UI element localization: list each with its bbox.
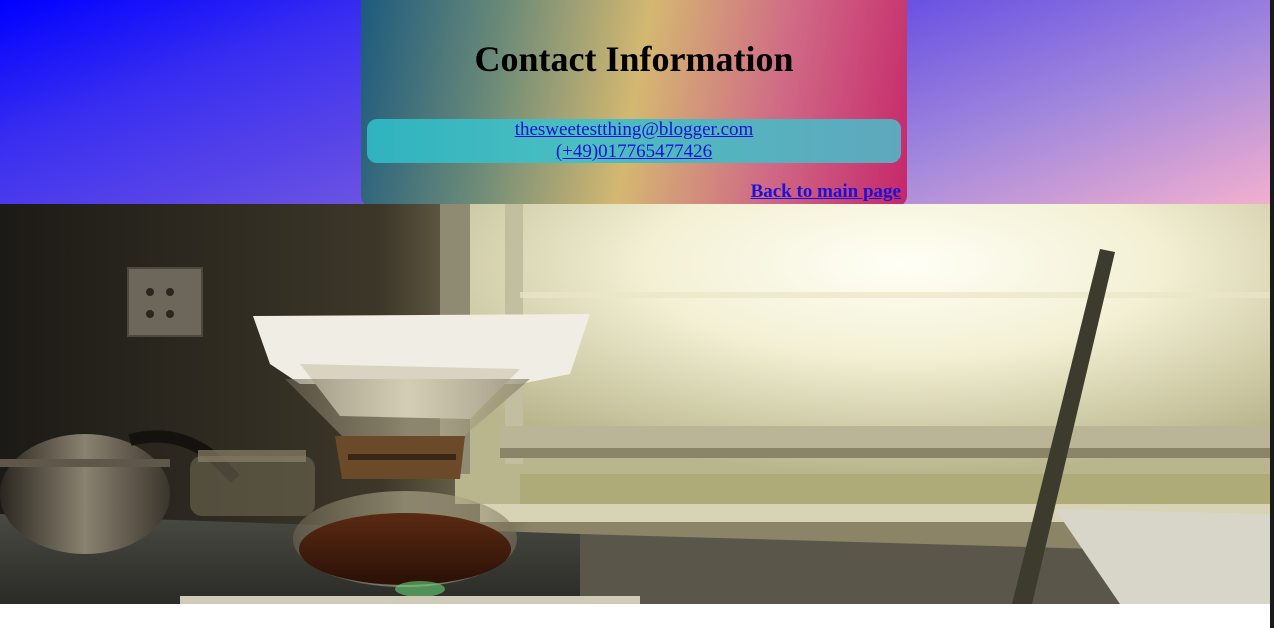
page: Contact Information thesweetestthing@blo… — [0, 0, 1274, 628]
page-title: Contact Information — [474, 39, 794, 79]
contact-details: thesweetestthing@blogger.com (+49)017765… — [367, 119, 901, 163]
coffee-scene-illustration — [0, 204, 1270, 604]
phone-link[interactable]: (+49)017765477426 — [367, 141, 901, 163]
window-edge — [1270, 0, 1274, 628]
email-link[interactable]: thesweetestthing@blogger.com — [367, 119, 901, 141]
contact-card: Contact Information thesweetestthing@blo… — [361, 0, 907, 206]
back-to-main-link[interactable]: Back to main page — [751, 181, 901, 203]
hero-image — [0, 204, 1270, 604]
